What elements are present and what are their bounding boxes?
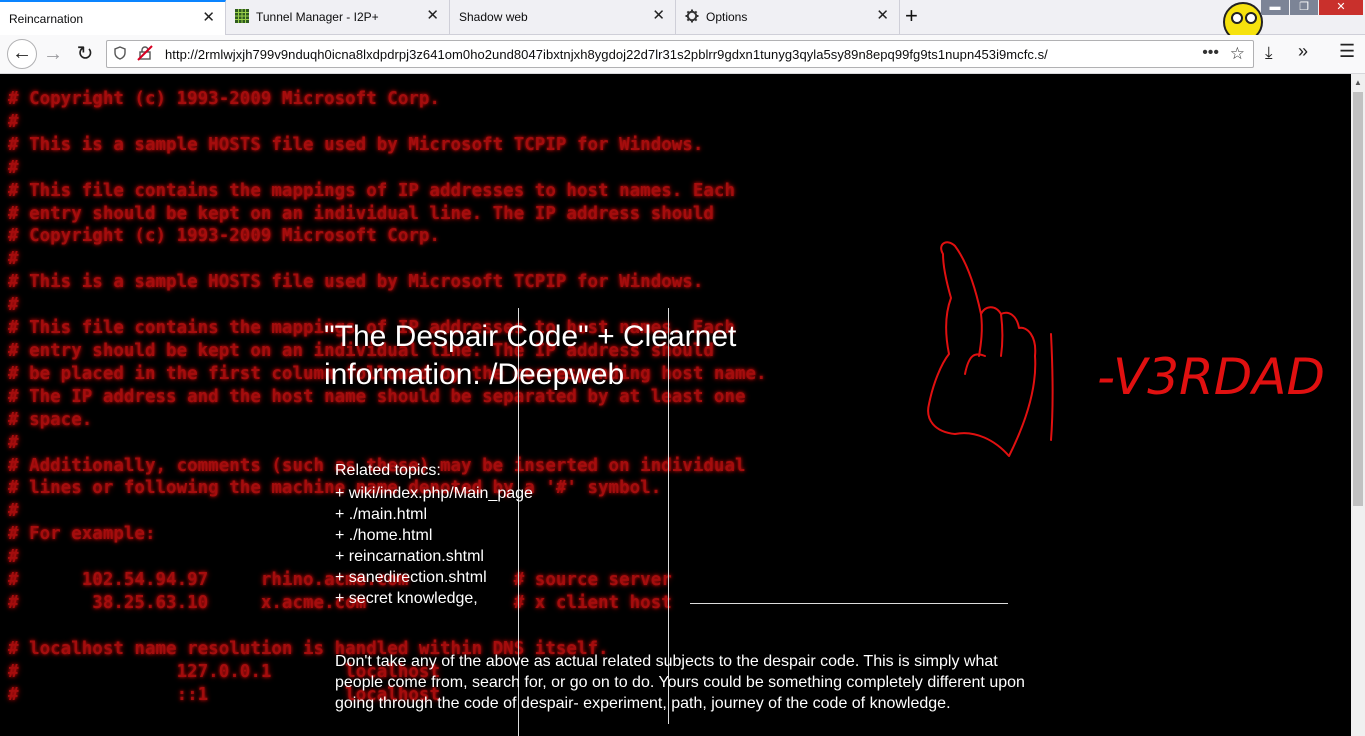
forward-button[interactable]: → xyxy=(40,41,66,67)
back-button[interactable]: ← xyxy=(7,39,37,69)
close-tab-icon[interactable]: ✕ xyxy=(202,9,215,27)
related-topic-item: + ./home.html xyxy=(335,527,433,544)
page-scrollbar[interactable]: ▲ xyxy=(1351,74,1365,736)
maximize-button[interactable]: ❐ xyxy=(1290,0,1318,15)
reload-button[interactable]: ↻ xyxy=(72,41,98,67)
smiley-eye xyxy=(1231,12,1243,24)
page-content: # Copyright (c) 1993-2009 Microsoft Corp… xyxy=(0,74,1351,736)
url-text[interactable]: http://2rmlwjxjh799v9nduqh0icna8lxdpdrpj… xyxy=(165,47,1048,62)
gear-icon xyxy=(685,9,699,23)
close-tab-icon[interactable]: ✕ xyxy=(652,7,665,25)
navigation-toolbar: ← → ↻ http://2rmlwjxjh799v9nduqh0icna8lx… xyxy=(0,35,1365,74)
minimize-button[interactable]: ▬ xyxy=(1261,0,1289,15)
tab-title: Shadow web xyxy=(459,10,528,24)
overflow-menu-button[interactable]: » xyxy=(1298,41,1308,62)
url-bar[interactable]: http://2rmlwjxjh799v9nduqh0icna8lxdpdrpj… xyxy=(106,40,1254,68)
background-hosts-file-image: # Copyright (c) 1993-2009 Microsoft Corp… xyxy=(8,89,767,705)
signature-text: -V3RDAD xyxy=(1097,348,1325,406)
library-button[interactable]: ⤓ xyxy=(1265,43,1273,63)
bookmark-star-icon[interactable]: ☆ xyxy=(1230,44,1245,64)
scroll-up-arrow-icon[interactable]: ▲ xyxy=(1354,78,1362,87)
page-actions-button[interactable]: ••• xyxy=(1202,44,1219,62)
shield-icon[interactable] xyxy=(114,46,126,63)
related-topic-item: + reincarnation.shtml xyxy=(335,548,484,565)
tab-title: Options xyxy=(706,10,748,24)
tab-shadow-web[interactable]: Shadow web ✕ xyxy=(450,0,676,34)
grid-favicon-icon xyxy=(235,9,249,23)
hamburger-menu-button[interactable]: ☰ xyxy=(1339,41,1355,62)
disclaimer-paragraph: Don't take any of the above as actual re… xyxy=(335,653,1025,712)
scrollbar-thumb[interactable] xyxy=(1353,92,1363,506)
tab-tunnel-manager[interactable]: Tunnel Manager - I2P+ ✕ xyxy=(226,0,450,34)
new-tab-button[interactable]: + xyxy=(905,4,918,28)
divider-line xyxy=(690,603,1008,604)
related-topic-item: + wiki/index.php/Main_page xyxy=(335,485,533,502)
related-topics-heading: Related topics: xyxy=(335,462,441,479)
close-tab-icon[interactable]: ✕ xyxy=(876,7,889,25)
tab-options[interactable]: Options ✕ xyxy=(676,0,900,34)
related-topic-item: + sanedirection.shtml xyxy=(335,569,487,586)
hand-drawn-middle-finger-signature: -V3RDAD xyxy=(927,241,1325,457)
smiley-eye xyxy=(1245,12,1257,24)
tab-reincarnation[interactable]: Reincarnation ✕ xyxy=(0,0,226,35)
close-window-button[interactable]: ✕ xyxy=(1319,0,1363,15)
close-tab-icon[interactable]: ✕ xyxy=(426,7,439,25)
page-title: "The Despair Code" + Clearnet informatio… xyxy=(324,320,737,391)
related-topic-item: + ./main.html xyxy=(335,506,428,523)
tab-title: Tunnel Manager - I2P+ xyxy=(256,10,379,24)
insecure-connection-icon[interactable] xyxy=(137,45,153,64)
tab-title: Reincarnation xyxy=(9,12,84,26)
related-topic-item: + secret knowledge, xyxy=(335,590,478,607)
tab-strip: Reincarnation ✕ Tunnel Manager - I2P+ ✕ … xyxy=(0,0,1365,42)
related-topics-list: + wiki/index.php/Main_page + ./main.html… xyxy=(335,483,533,609)
